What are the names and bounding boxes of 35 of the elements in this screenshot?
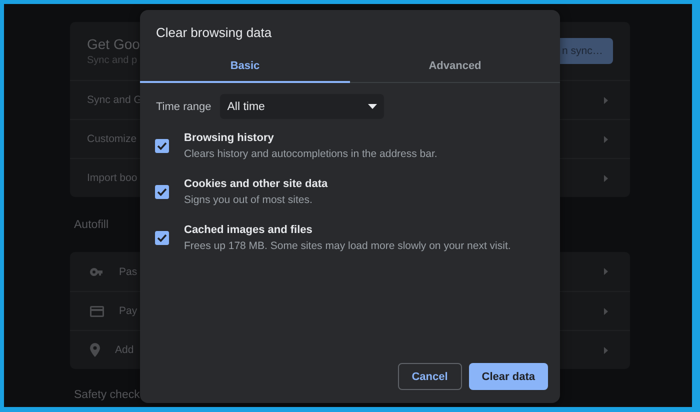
settings-item[interactable]: Import boo xyxy=(87,172,138,184)
chevron-icon xyxy=(604,268,608,275)
cancel-button[interactable]: Cancel xyxy=(398,363,462,390)
section-heading: Safety check xyxy=(74,389,140,401)
time-range-dropdown[interactable]: All time xyxy=(220,94,384,119)
settings-item[interactable]: Pas xyxy=(119,266,138,278)
option-title: Browsing history xyxy=(184,132,275,144)
option-title: Cached images and files xyxy=(184,224,314,236)
section-heading: Autofill xyxy=(74,218,109,230)
sync-button[interactable]: n sync… xyxy=(560,38,613,64)
chevron-icon xyxy=(604,308,608,314)
dialog-title: Clear browsing data xyxy=(155,24,273,42)
key-icon xyxy=(90,268,104,276)
clear-data-button[interactable]: Clear data xyxy=(468,363,548,390)
option-description: Frees up 178 MB. Some sites may load more slowly on your next visit. xyxy=(184,240,511,252)
credit-card-icon xyxy=(90,306,104,316)
chevron-icon xyxy=(604,346,608,354)
tab[interactable]: Advanced xyxy=(350,51,560,83)
location-pin-icon xyxy=(90,343,100,357)
settings-item[interactable]: Pay xyxy=(119,305,138,317)
caret-icon xyxy=(368,104,378,109)
chevron-icon xyxy=(604,136,608,142)
chevron-icon xyxy=(604,174,608,182)
settings-item[interactable]: Customize xyxy=(87,133,137,145)
checkbox[interactable] xyxy=(155,231,169,245)
option-title: Cookies and other site data xyxy=(184,178,328,190)
tab[interactable]: Basic xyxy=(140,51,350,83)
time-range-label: Time range xyxy=(156,100,212,112)
option-description: Clears history and autocompletions in the address bar. xyxy=(184,148,438,160)
settings-item[interactable]: Add xyxy=(115,344,134,356)
checkbox[interactable] xyxy=(155,185,169,199)
option-description: Signs you out of most sites. xyxy=(184,194,314,206)
chevron-icon xyxy=(604,96,608,104)
checkbox[interactable] xyxy=(155,139,169,153)
sync-title: Get Goo xyxy=(87,36,140,52)
